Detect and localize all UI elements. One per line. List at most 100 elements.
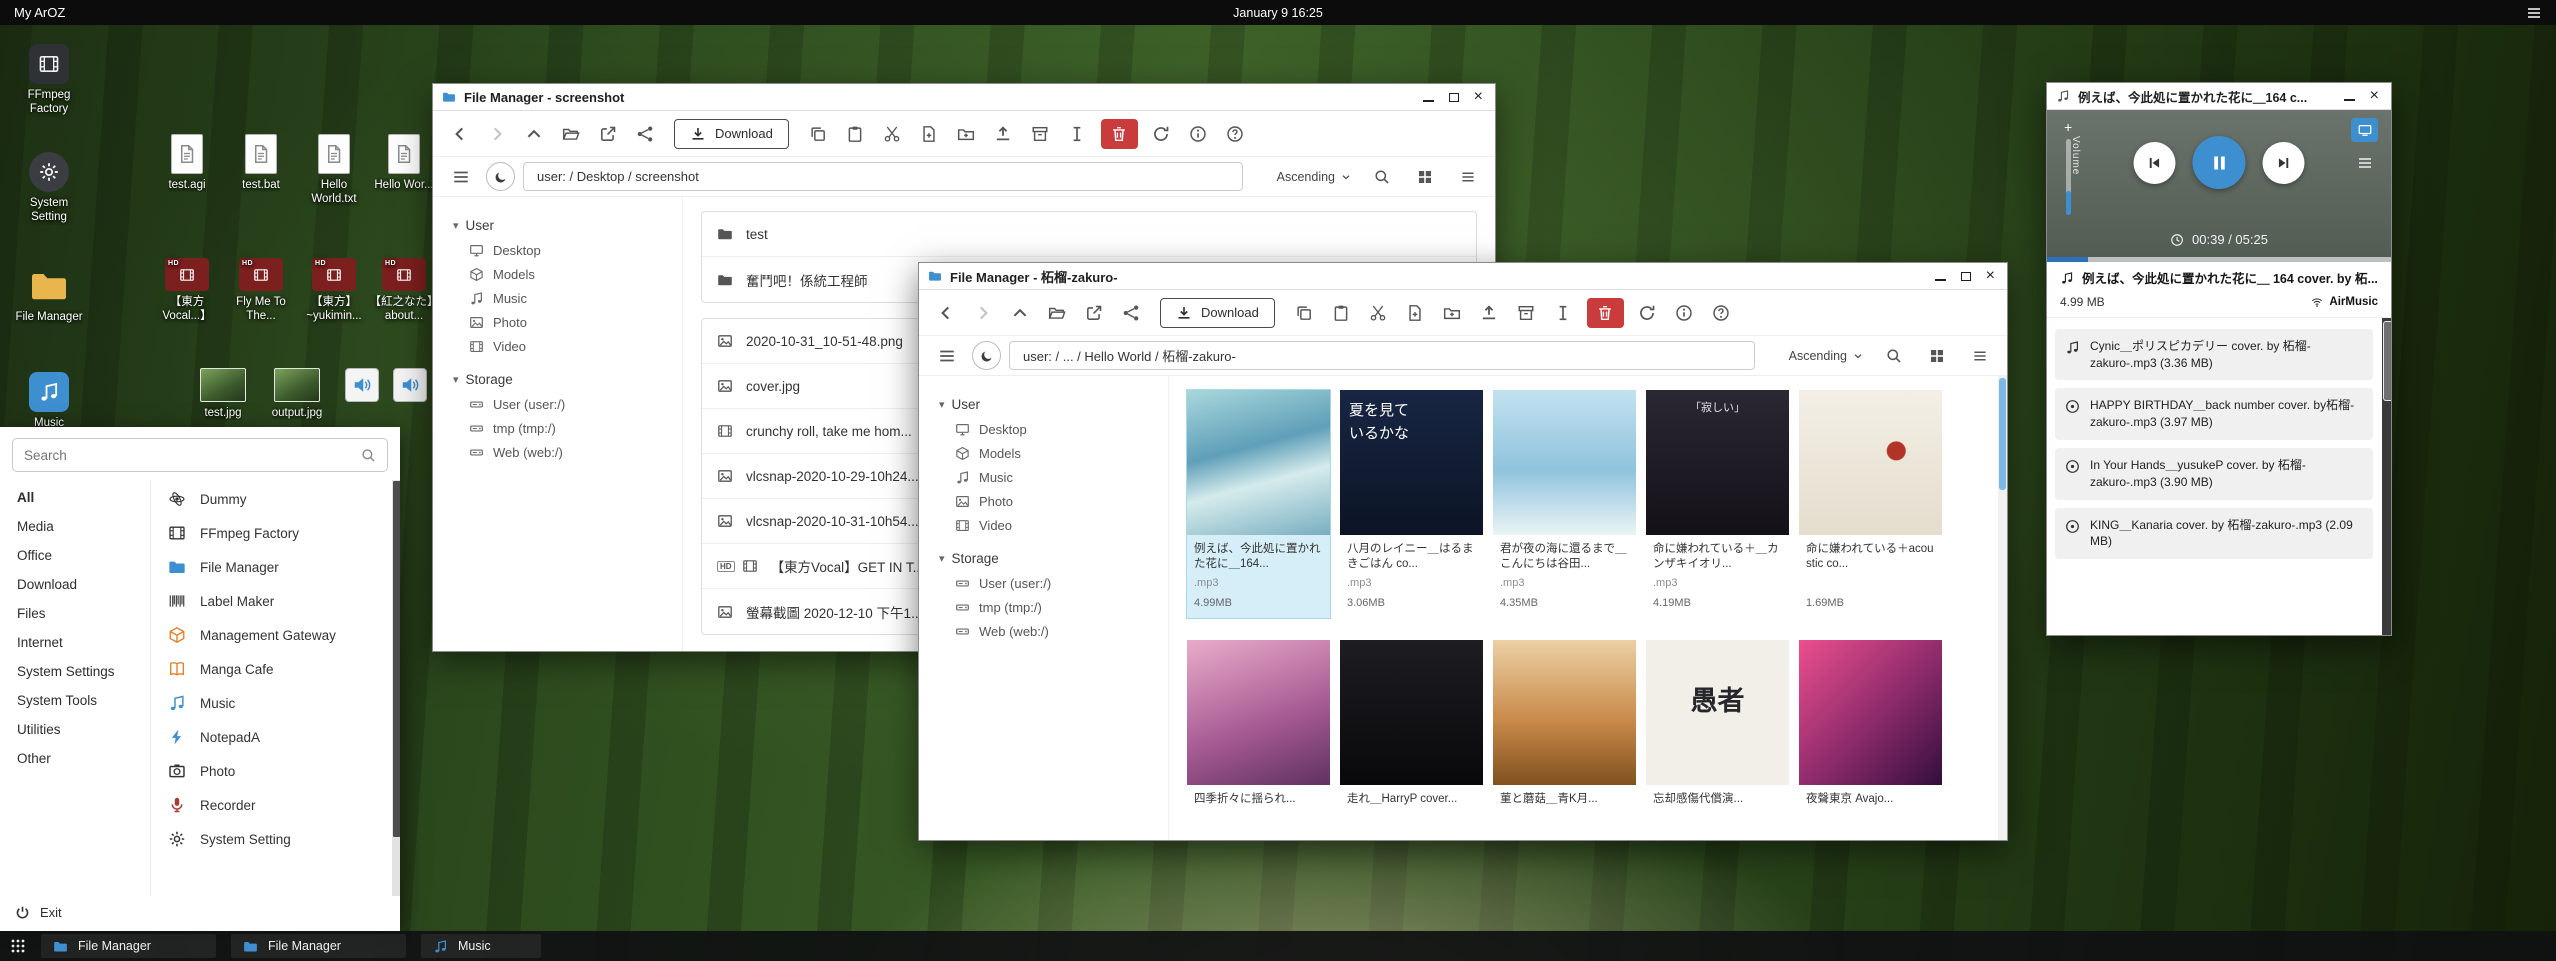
desktop-icon-music[interactable]: Music: [12, 372, 86, 430]
category-system-tools[interactable]: System Tools: [0, 686, 150, 715]
taskbar-item-music[interactable]: Music: [421, 934, 541, 958]
player-menu-button[interactable]: [2357, 155, 2373, 171]
category-media[interactable]: Media: [0, 512, 150, 541]
file-tile[interactable]: 君が夜の海に還るまで＿こんにちは谷田....mp34.35MB: [1493, 390, 1636, 618]
desktop-video-file[interactable]: HD Fly Me To The...: [224, 258, 298, 324]
minimize-button[interactable]: [2344, 92, 2355, 101]
list-view-button[interactable]: [1450, 161, 1485, 193]
seek-bar[interactable]: [2047, 257, 2391, 262]
sidebar-item-video[interactable]: Video: [939, 513, 1168, 537]
close-button[interactable]: ×: [2370, 88, 2379, 104]
sidebar-section-user[interactable]: ▾User: [939, 397, 1168, 412]
upload-button[interactable]: [1472, 297, 1507, 329]
upload-button[interactable]: [986, 118, 1021, 150]
desktop-image-test-jpg[interactable]: test.jpg: [186, 368, 260, 420]
window-titlebar[interactable]: File Manager - 柘榴-zakuro- ×: [919, 263, 2007, 290]
sidebar-section-storage[interactable]: ▾Storage: [453, 372, 682, 387]
desktop-file-hello-wor[interactable]: Hello Wor...: [367, 134, 441, 192]
desktop-file-test-bat[interactable]: test.bat: [224, 134, 298, 192]
list-view-button[interactable]: [1962, 340, 1997, 372]
file-tile[interactable]: 夜聲東京 Avajo...: [1799, 640, 1942, 816]
start-menu-search[interactable]: [12, 438, 388, 472]
playlist-item[interactable]: Cynic＿ポリスピカデリー cover. by 柘榴-zakuro-.mp3 …: [2055, 329, 2373, 381]
download-button[interactable]: Download: [1160, 298, 1275, 328]
sidebar-item-music[interactable]: Music: [453, 286, 682, 310]
maximize-button[interactable]: [1961, 272, 1971, 281]
forward-button[interactable]: [479, 118, 514, 150]
desktop-icon-file-manager[interactable]: File Manager: [12, 266, 86, 324]
desktop-video-file[interactable]: HD 【紅之なた】about...: [367, 258, 441, 324]
window-titlebar[interactable]: File Manager - screenshot ×: [433, 84, 1495, 111]
properties-button[interactable]: [1667, 297, 1702, 329]
sidebar-item-desktop[interactable]: Desktop: [939, 417, 1168, 441]
playlist-item[interactable]: HAPPY BIRTHDAY＿back number cover. by柘榴-z…: [2055, 388, 2373, 440]
exit-button[interactable]: Exit: [0, 896, 400, 931]
cast-button[interactable]: [2351, 118, 2378, 142]
sidebar-item-photo[interactable]: Photo: [453, 310, 682, 334]
desktop-icon-ffmpeg-factory[interactable]: FFmpeg Factory: [12, 44, 86, 117]
back-button[interactable]: [928, 297, 963, 329]
aroz-brand[interactable]: My ArOZ: [14, 5, 65, 20]
desktop-file-hello-world-txt[interactable]: Hello World.txt: [297, 134, 371, 207]
sidebar-item-web-drive[interactable]: Web (web:/): [453, 440, 682, 464]
new-folder-button[interactable]: [1435, 297, 1470, 329]
previous-track-button[interactable]: [2134, 142, 2176, 184]
playlist-item[interactable]: KING＿Kanaria cover. by 柘榴-zakuro-.mp3 (2…: [2055, 508, 2373, 560]
sidebar-item-tmp-drive[interactable]: tmp (tmp:/): [453, 416, 682, 440]
file-manager-window-zakuro[interactable]: File Manager - 柘榴-zakuro- × Download use…: [918, 262, 2008, 841]
open-button[interactable]: [1039, 297, 1074, 329]
sidebar-item-music[interactable]: Music: [939, 465, 1168, 489]
scrollbar-thumb[interactable]: [392, 480, 400, 838]
breadcrumb[interactable]: user: / ... / Hello World / 柘榴-zakuro-: [1009, 341, 1755, 370]
window-menu-button[interactable]: [929, 340, 964, 372]
window-menu-button[interactable]: [443, 161, 478, 193]
help-button[interactable]: [1218, 118, 1253, 150]
file-tile[interactable]: 走れ＿HarryP cover...: [1340, 640, 1483, 816]
dark-mode-toggle[interactable]: [972, 341, 1001, 370]
file-tile[interactable]: 愚者 忘却感傷代償演...: [1646, 640, 1789, 816]
file-tile[interactable]: 命に嫌われている＋acoustic co...1.69MB: [1799, 390, 1942, 618]
open-button[interactable]: [553, 118, 588, 150]
paste-button[interactable]: [1324, 297, 1359, 329]
dark-mode-toggle[interactable]: [486, 162, 515, 191]
system-menu-button[interactable]: [2526, 5, 2542, 21]
playlist-item[interactable]: In Your Hands＿yusukeP cover. by 柘榴-zakur…: [2055, 448, 2373, 500]
app-item-manga-cafe[interactable]: Manga Cafe: [151, 652, 388, 686]
archive-button[interactable]: [1023, 118, 1058, 150]
close-button[interactable]: ×: [1986, 268, 1995, 284]
desktop-icon-system-setting[interactable]: System Setting: [12, 152, 86, 225]
sidebar-item-video[interactable]: Video: [453, 334, 682, 358]
open-external-button[interactable]: [1076, 297, 1111, 329]
search-button[interactable]: [1876, 340, 1911, 372]
delete-button[interactable]: [1101, 119, 1138, 149]
download-button[interactable]: Download: [674, 119, 789, 149]
category-system-settings[interactable]: System Settings: [0, 657, 150, 686]
app-item-dummy[interactable]: Dummy: [151, 482, 388, 516]
sidebar-item-desktop[interactable]: Desktop: [453, 238, 682, 262]
pause-button[interactable]: [2193, 136, 2246, 189]
grid-view-button[interactable]: [1407, 161, 1442, 193]
desktop-audio-file[interactable]: [340, 368, 384, 402]
app-launcher-button[interactable]: [10, 938, 26, 954]
scrollbar[interactable]: [392, 480, 400, 896]
desktop-video-file[interactable]: HD 【東方】~yukimin...: [297, 258, 371, 324]
rename-button[interactable]: [1546, 297, 1581, 329]
scrollbar[interactable]: [2382, 318, 2391, 635]
properties-button[interactable]: [1181, 118, 1216, 150]
scrollbar-thumb[interactable]: [2383, 321, 2391, 401]
sidebar-section-storage[interactable]: ▾Storage: [939, 551, 1168, 566]
breadcrumb[interactable]: user: / Desktop / screenshot: [523, 162, 1243, 191]
app-item-notepada[interactable]: NotepadA: [151, 720, 388, 754]
share-button[interactable]: [1113, 297, 1148, 329]
category-utilities[interactable]: Utilities: [0, 715, 150, 744]
cut-button[interactable]: [875, 118, 910, 150]
maximize-button[interactable]: [1449, 93, 1459, 102]
category-office[interactable]: Office: [0, 541, 150, 570]
desktop-file-test-agi[interactable]: test.agi: [150, 134, 224, 192]
new-folder-button[interactable]: [949, 118, 984, 150]
forward-button[interactable]: [965, 297, 1000, 329]
refresh-button[interactable]: [1630, 297, 1665, 329]
sidebar-item-user-drive[interactable]: User (user:/): [453, 392, 682, 416]
next-track-button[interactable]: [2263, 142, 2305, 184]
scrollbar-thumb[interactable]: [1999, 378, 2006, 490]
